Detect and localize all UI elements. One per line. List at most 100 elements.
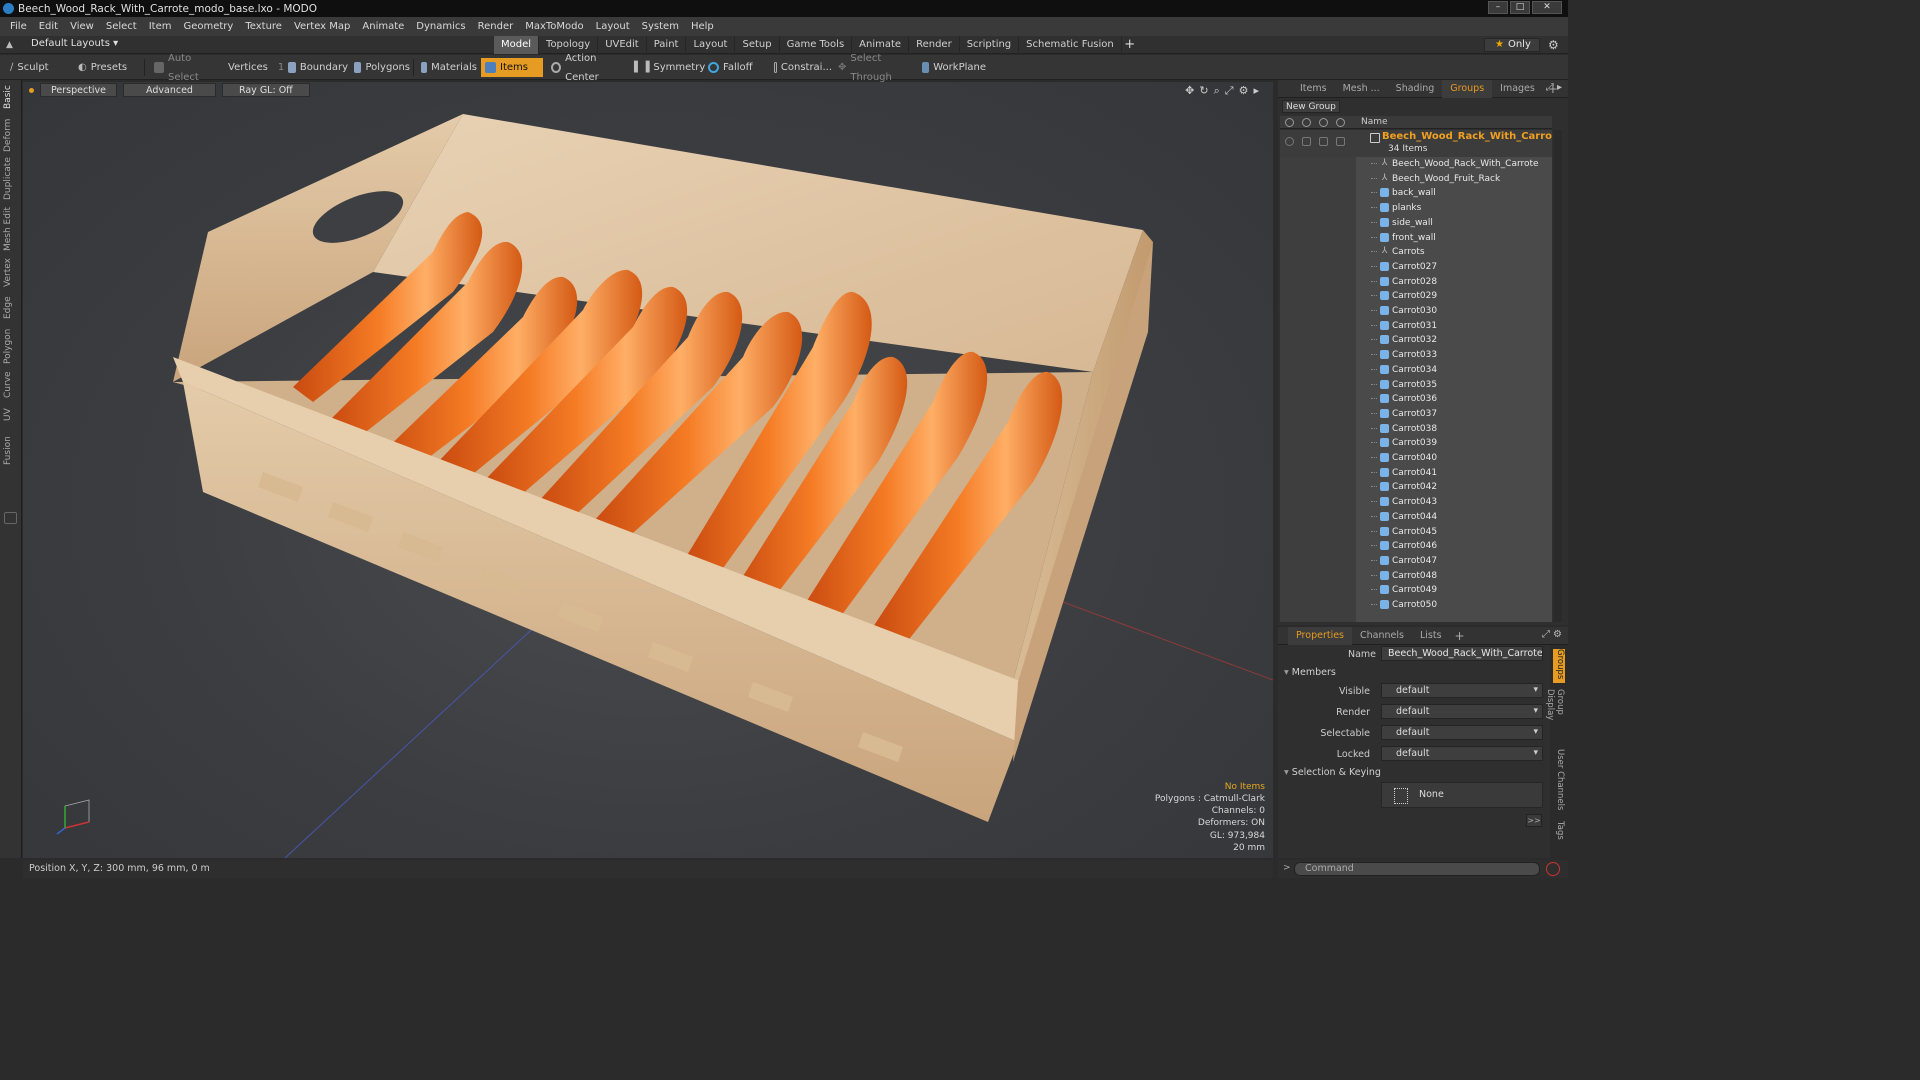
pan-icon[interactable]: ✥ bbox=[1185, 84, 1194, 98]
visible-select[interactable]: default bbox=[1381, 683, 1543, 698]
only-toggle[interactable]: ★ Only bbox=[1484, 38, 1540, 52]
layout-select[interactable]: Default Layouts ▾ bbox=[31, 38, 118, 49]
tab-properties[interactable]: Properties bbox=[1288, 626, 1353, 645]
list-item[interactable]: ⅄ Beech_Wood_Rack_With_Carrote bbox=[1280, 157, 1552, 172]
symmetry-button[interactable]: ▌▐ Symmetry bbox=[630, 58, 705, 77]
maximize-button[interactable]: □ bbox=[1510, 1, 1530, 14]
command-history-icon[interactable]: > bbox=[1283, 863, 1291, 873]
list-item[interactable]: Carrot046 bbox=[1280, 539, 1552, 554]
list-item[interactable]: Carrot037 bbox=[1280, 407, 1552, 422]
group-list-scrollbar[interactable] bbox=[1554, 130, 1562, 622]
tab-images[interactable]: Images bbox=[1492, 80, 1543, 98]
menu-item[interactable]: Item bbox=[143, 21, 178, 32]
panel-options-icon[interactable]: ⤢ ▸ bbox=[1546, 82, 1562, 93]
list-item[interactable]: Carrot031 bbox=[1280, 319, 1552, 334]
list-item[interactable]: Carrot033 bbox=[1280, 348, 1552, 363]
list-item[interactable]: Carrot045 bbox=[1280, 525, 1552, 540]
left-panel-toggle-button[interactable] bbox=[4, 512, 17, 524]
list-item[interactable]: Carrot032 bbox=[1280, 333, 1552, 348]
list-item[interactable]: Carrot048 bbox=[1280, 569, 1552, 584]
side-tab-user-channels[interactable]: User Channels bbox=[1553, 749, 1565, 815]
boundary-button[interactable]: Boundary bbox=[284, 58, 348, 77]
list-item[interactable]: front_wall bbox=[1280, 231, 1552, 246]
viewport-settings-icon[interactable]: ⚙ bbox=[1239, 84, 1249, 98]
tab-items[interactable]: Items bbox=[1292, 80, 1335, 98]
expand-button[interactable]: >> bbox=[1526, 814, 1542, 827]
shading-dropdown[interactable]: Advanced bbox=[123, 83, 216, 97]
list-item[interactable]: ⅄ Carrots bbox=[1280, 245, 1552, 260]
perspective-dropdown[interactable]: Perspective bbox=[40, 83, 118, 97]
list-item[interactable]: Carrot028 bbox=[1280, 275, 1552, 290]
list-item[interactable]: Carrot038 bbox=[1280, 422, 1552, 437]
list-item[interactable]: planks bbox=[1280, 201, 1552, 216]
left-tab-fusion[interactable]: Fusion bbox=[3, 436, 19, 466]
render-column-icon[interactable] bbox=[1302, 118, 1311, 127]
add-tab-button[interactable]: + bbox=[1450, 629, 1470, 643]
polygons-button[interactable]: Polygons bbox=[350, 58, 410, 77]
select-column-icon[interactable] bbox=[1336, 118, 1345, 127]
side-tab-tags[interactable]: Tags bbox=[1553, 821, 1565, 851]
viewport-more-icon[interactable]: ▸ bbox=[1253, 84, 1259, 98]
menu-dynamics[interactable]: Dynamics bbox=[410, 21, 471, 32]
constrain-button[interactable]: Constrai... bbox=[770, 58, 832, 77]
menu-help[interactable]: Help bbox=[685, 21, 720, 32]
layout-tab-scripting[interactable]: Scripting bbox=[960, 36, 1020, 54]
items-button[interactable]: Items bbox=[481, 58, 543, 77]
layout-tab-setup[interactable]: Setup bbox=[735, 36, 780, 54]
keying-none-button[interactable]: None bbox=[1381, 782, 1543, 808]
list-item[interactable]: Carrot049 bbox=[1280, 583, 1552, 598]
group-lock-toggle[interactable] bbox=[1319, 137, 1328, 146]
list-item[interactable]: Carrot042 bbox=[1280, 480, 1552, 495]
members-section[interactable]: Members bbox=[1284, 667, 1336, 678]
group-render-toggle[interactable] bbox=[1302, 137, 1311, 146]
rotate-icon[interactable]: ↻ bbox=[1199, 84, 1208, 98]
layout-tab-model[interactable]: Model bbox=[494, 36, 540, 54]
side-tab-groups[interactable]: Groups bbox=[1553, 649, 1565, 683]
menu-layout[interactable]: Layout bbox=[590, 21, 636, 32]
menu-file[interactable]: File bbox=[4, 21, 33, 32]
list-item[interactable]: Carrot040 bbox=[1280, 451, 1552, 466]
maximize-viewport-icon[interactable]: ⤢ bbox=[1225, 84, 1234, 98]
selectable-select[interactable]: default bbox=[1381, 725, 1543, 740]
left-tab-duplicate[interactable]: Duplicate bbox=[3, 157, 19, 200]
left-tab-deform[interactable]: Deform bbox=[3, 118, 19, 152]
menu-edit[interactable]: Edit bbox=[33, 21, 64, 32]
layout-tab-render[interactable]: Render bbox=[909, 36, 960, 54]
list-item[interactable]: Carrot034 bbox=[1280, 363, 1552, 378]
list-item[interactable]: Carrot043 bbox=[1280, 495, 1552, 510]
left-tab-curve[interactable]: Curve bbox=[3, 370, 19, 400]
list-item[interactable]: Carrot044 bbox=[1280, 510, 1552, 525]
layout-tab-layout[interactable]: Layout bbox=[686, 36, 736, 54]
select-through-button[interactable]: ✥ Select Through bbox=[834, 53, 916, 83]
locked-select[interactable]: default bbox=[1381, 746, 1543, 761]
menu-view[interactable]: View bbox=[64, 21, 100, 32]
list-item[interactable]: Carrot030 bbox=[1280, 304, 1552, 319]
left-tab-vertex[interactable]: Vertex bbox=[3, 258, 19, 288]
command-input[interactable]: Command bbox=[1294, 862, 1540, 876]
layout-up-icon[interactable]: ▲ bbox=[6, 40, 16, 50]
left-tab-basic[interactable]: Basic bbox=[3, 84, 19, 110]
list-item[interactable]: Carrot035 bbox=[1280, 378, 1552, 393]
list-item[interactable]: Carrot050 bbox=[1280, 598, 1552, 613]
list-item[interactable]: Carrot029 bbox=[1280, 289, 1552, 304]
list-item[interactable]: Carrot027 bbox=[1280, 260, 1552, 275]
menu-maxtomodo[interactable]: MaxToModo bbox=[519, 21, 589, 32]
selection-keying-section[interactable]: Selection & Keying bbox=[1284, 767, 1381, 778]
gear-icon[interactable]: ⚙ bbox=[1548, 38, 1559, 52]
menu-texture[interactable]: Texture bbox=[239, 21, 288, 32]
list-item[interactable]: Carrot036 bbox=[1280, 392, 1552, 407]
auto-select-button[interactable]: Auto Select bbox=[150, 53, 220, 83]
menu-select[interactable]: Select bbox=[100, 21, 143, 32]
name-column-header[interactable]: Name bbox=[1361, 116, 1388, 129]
tab-channels[interactable]: Channels bbox=[1352, 627, 1412, 645]
add-layout-tab-button[interactable]: + bbox=[1122, 36, 1138, 54]
new-group-button[interactable]: New Group bbox=[1282, 100, 1340, 113]
visible-column-icon[interactable] bbox=[1285, 118, 1294, 127]
tab-mesh[interactable]: Mesh ... bbox=[1335, 80, 1388, 98]
list-item[interactable]: ⅄ Beech_Wood_Fruit_Rack bbox=[1280, 172, 1552, 187]
list-item[interactable]: back_wall bbox=[1280, 186, 1552, 201]
vertices-button[interactable]: Vertices 1 bbox=[220, 58, 284, 77]
lock-column-icon[interactable] bbox=[1319, 118, 1328, 127]
raygl-dropdown[interactable]: Ray GL: Off bbox=[221, 83, 310, 97]
group-visible-toggle[interactable] bbox=[1285, 137, 1294, 146]
